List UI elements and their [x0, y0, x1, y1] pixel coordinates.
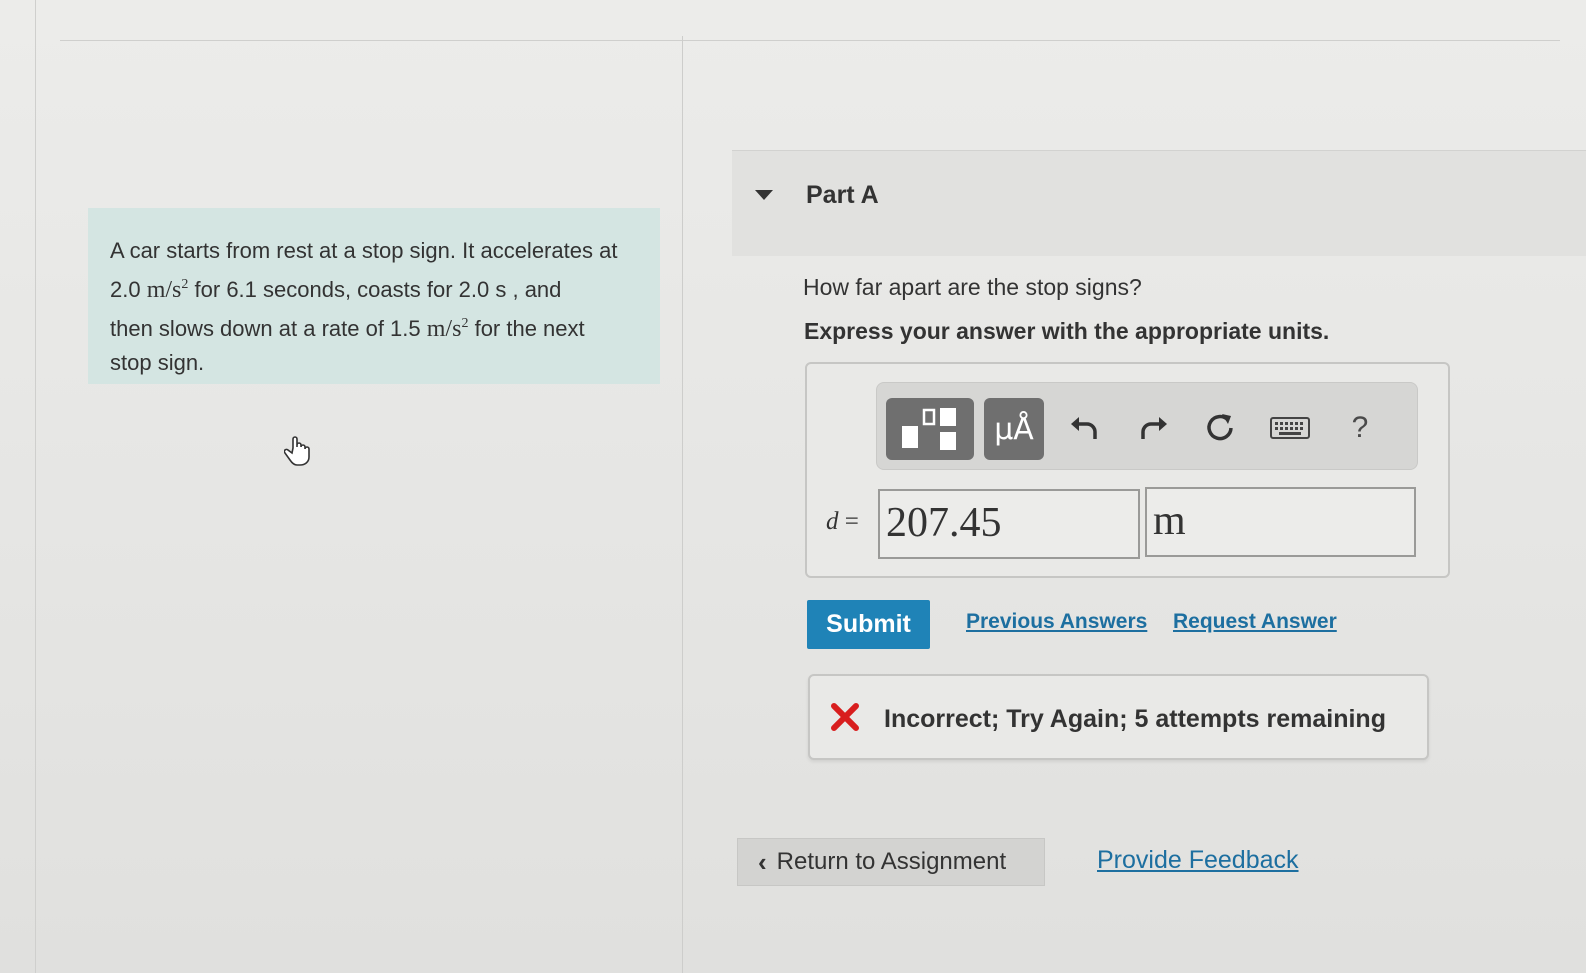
- submit-button[interactable]: Submit: [807, 600, 930, 649]
- feedback-message: Incorrect; Try Again; 5 attempts remaini…: [884, 705, 1386, 733]
- left-edge: [22, 0, 36, 973]
- problem-text-4: for the next: [474, 316, 585, 341]
- templates-button[interactable]: [886, 398, 974, 460]
- page: A car starts from rest at a stop sign. I…: [0, 0, 1586, 973]
- variable-label: d =: [826, 508, 859, 535]
- return-to-assignment-button[interactable]: ‹ Return to Assignment: [737, 838, 1045, 886]
- return-label: Return to Assignment: [776, 848, 1007, 875]
- keyboard-icon[interactable]: [1268, 404, 1312, 452]
- instruction-text: Express your answer with the appropriate…: [804, 318, 1330, 344]
- chevron-left-icon: ‹: [758, 846, 767, 877]
- undo-icon[interactable]: [1062, 404, 1106, 452]
- previous-answers-link[interactable]: Previous Answers: [966, 610, 1147, 634]
- problem-text-5: stop sign.: [110, 350, 205, 375]
- templates-icon: [902, 408, 956, 450]
- column-divider: [682, 36, 683, 973]
- collapse-caret-icon[interactable]: [755, 190, 773, 200]
- problem-text-2: for 6.1 seconds, coasts for 2.0 s , and: [194, 277, 562, 302]
- hand-cursor-icon: [283, 434, 314, 468]
- symbols-button[interactable]: μÅ: [984, 398, 1044, 460]
- answer-value-input[interactable]: 207.45: [878, 489, 1140, 559]
- redo-icon[interactable]: [1132, 404, 1176, 452]
- error-x-icon: [830, 702, 860, 732]
- problem-text-1: A car starts from rest at a stop sign. I…: [110, 238, 618, 263]
- question-text: How far apart are the stop signs?: [803, 274, 1142, 300]
- accel-unit: m/s2: [146, 277, 189, 303]
- problem-text-3: then slows down at a rate of 1.5: [110, 316, 421, 341]
- decel-unit: m/s2: [426, 316, 469, 342]
- accel-value: 2.0: [110, 277, 141, 302]
- problem-statement: A car starts from rest at a stop sign. I…: [88, 208, 660, 384]
- request-answer-link[interactable]: Request Answer: [1173, 610, 1337, 634]
- part-title: Part A: [806, 181, 879, 209]
- top-divider: [60, 40, 1560, 41]
- provide-feedback-link[interactable]: Provide Feedback: [1097, 846, 1299, 875]
- help-icon[interactable]: ?: [1338, 404, 1382, 452]
- reset-icon[interactable]: [1198, 404, 1242, 452]
- answer-unit-input[interactable]: m: [1145, 487, 1416, 557]
